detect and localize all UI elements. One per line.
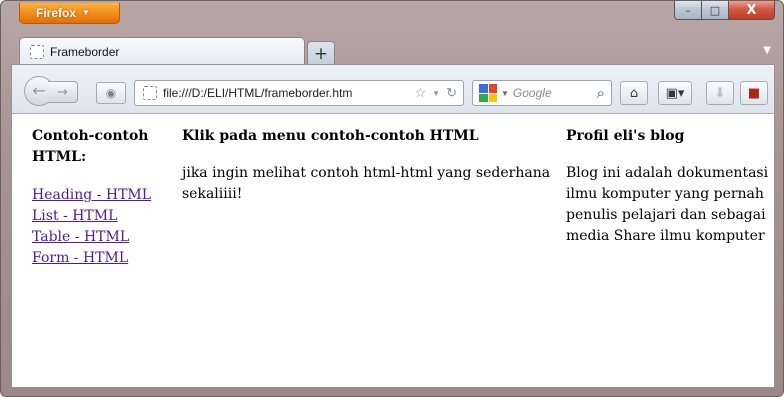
page-icon bbox=[30, 44, 44, 59]
search-input[interactable]: Google bbox=[513, 86, 593, 100]
back-forward-group: ← → bbox=[24, 75, 88, 106]
firefox-menu-label: Firefox bbox=[36, 6, 77, 20]
maximize-icon: □ bbox=[709, 3, 721, 17]
main-text: jika ingin melihat contoh html-html yang… bbox=[182, 165, 551, 202]
back-arrow-icon: ← bbox=[32, 81, 46, 100]
search-engine-dropdown-icon[interactable]: ▼ bbox=[501, 89, 509, 98]
addon-button[interactable]: ■ bbox=[740, 81, 768, 105]
bookmarks-icon: ▣▾ bbox=[665, 85, 685, 101]
search-bar[interactable]: ▼ Google ⌕ bbox=[472, 80, 612, 106]
bookmark-star-icon[interactable]: ☆ bbox=[415, 85, 427, 101]
home-button[interactable]: ⌂ bbox=[620, 81, 648, 105]
navigation-toolbar: ← → ◉ file:///D:/ELI/HTML/frameborder.ht… bbox=[11, 64, 775, 114]
bookmarks-button[interactable]: ▣▾ bbox=[658, 81, 692, 105]
minimize-button[interactable]: – bbox=[674, 1, 702, 20]
download-icon: ⬇ bbox=[714, 85, 726, 101]
new-tab-button[interactable]: + bbox=[307, 41, 335, 65]
maximize-button[interactable]: □ bbox=[702, 1, 729, 20]
url-text[interactable]: file:///D:/ELI/HTML/frameborder.htm bbox=[163, 86, 409, 100]
link-heading-html[interactable]: Heading - HTML bbox=[32, 185, 172, 206]
link-list-html[interactable]: List - HTML bbox=[32, 206, 172, 227]
profile-heading: Profil eli's blog bbox=[566, 128, 685, 144]
frame-menu: Contoh-contoh HTML: Heading - HTML List … bbox=[32, 126, 172, 269]
browser-window: Firefox ▼ – □ X Frameborder + ▼ ← → ◉ fi… bbox=[0, 0, 784, 397]
tab-list-chevron-icon[interactable]: ▼ bbox=[763, 45, 771, 56]
link-form-html[interactable]: Form - HTML bbox=[32, 248, 172, 269]
url-bar-icons: ☆ ▼ ↻ bbox=[415, 85, 463, 101]
close-icon: X bbox=[746, 2, 757, 18]
main-heading: Klik pada menu contoh-contoh HTML bbox=[182, 128, 479, 144]
identity-icon: ◉ bbox=[105, 86, 117, 100]
chevron-down-icon: ▼ bbox=[82, 8, 90, 17]
history-dropdown-icon[interactable]: ▼ bbox=[432, 89, 440, 98]
download-button[interactable]: ⬇ bbox=[706, 81, 734, 105]
reload-icon[interactable]: ↻ bbox=[446, 85, 457, 101]
profile-text: Blog ini adalah dokumentasi ilmu kompute… bbox=[566, 165, 769, 244]
magnifier-icon[interactable]: ⌕ bbox=[597, 85, 605, 102]
home-icon: ⌂ bbox=[629, 85, 639, 101]
page-content: Contoh-contoh HTML: Heading - HTML List … bbox=[11, 114, 775, 388]
url-bar[interactable]: file:///D:/ELI/HTML/frameborder.htm ☆ ▼ … bbox=[134, 80, 464, 106]
page-icon bbox=[143, 86, 157, 100]
forward-arrow-icon: → bbox=[57, 84, 68, 100]
addon-icon: ■ bbox=[747, 85, 761, 101]
plus-icon: + bbox=[313, 43, 329, 64]
window-controls: – □ X bbox=[674, 1, 775, 21]
firefox-menu-button[interactable]: Firefox ▼ bbox=[19, 3, 120, 24]
forward-button[interactable]: → bbox=[48, 81, 78, 103]
close-button[interactable]: X bbox=[729, 1, 775, 20]
minimize-icon: – bbox=[685, 3, 691, 17]
search-engine-icon[interactable] bbox=[479, 84, 497, 102]
menu-heading: Contoh-contoh HTML: bbox=[32, 128, 149, 165]
frame-main: Klik pada menu contoh-contoh HTML jika i… bbox=[182, 126, 562, 205]
identity-button[interactable]: ◉ bbox=[96, 82, 126, 104]
tab-title: Frameborder bbox=[50, 44, 120, 59]
link-table-html[interactable]: Table - HTML bbox=[32, 227, 172, 248]
frame-profile: Profil eli's blog Blog ini adalah dokume… bbox=[566, 126, 776, 247]
tab-frameborder[interactable]: Frameborder bbox=[19, 37, 305, 65]
